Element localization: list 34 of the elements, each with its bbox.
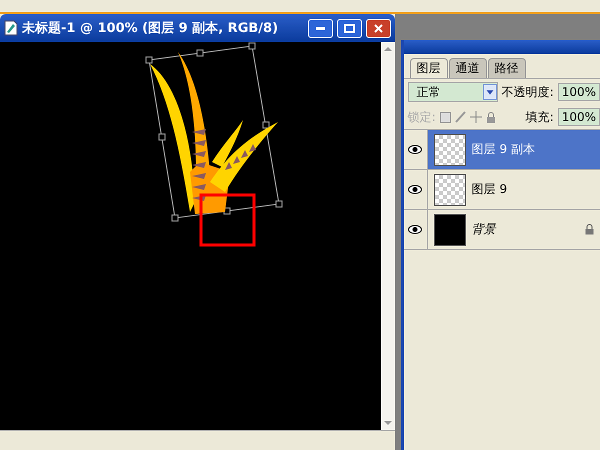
- layer-thumbnail: [434, 214, 466, 246]
- layer-row[interactable]: 图层 9 副本: [404, 129, 600, 169]
- eye-icon[interactable]: [408, 185, 422, 194]
- lock-label: 锁定:: [408, 108, 436, 126]
- fill-field[interactable]: 100%: [558, 108, 600, 126]
- lock-icon[interactable]: [486, 112, 496, 122]
- selection-rectangle: [200, 194, 256, 246]
- blend-mode-dropdown[interactable]: 正常: [408, 82, 498, 102]
- layer-thumbnail: [434, 134, 466, 166]
- close-icon: [374, 24, 383, 32]
- close-button[interactable]: [366, 18, 391, 38]
- layer-name: 图层 9 副本: [472, 141, 536, 158]
- move-icon[interactable]: [470, 111, 482, 123]
- vertical-scrollbar[interactable]: [380, 42, 395, 430]
- opacity-field[interactable]: 100%: [558, 83, 600, 101]
- layer-thumbnail: [434, 174, 466, 206]
- document-icon: [4, 20, 18, 36]
- minimize-button[interactable]: [308, 18, 333, 38]
- panel-tab[interactable]: 图层: [410, 58, 448, 78]
- panel-tab[interactable]: 通道: [448, 58, 487, 78]
- panel-tab[interactable]: 路径: [488, 58, 526, 78]
- eye-icon[interactable]: [408, 145, 422, 154]
- transform-box[interactable]: [146, 42, 282, 222]
- layer-row[interactable]: 背景: [404, 209, 600, 249]
- minimize-icon: [316, 26, 325, 30]
- layer-row[interactable]: 图层 9: [404, 169, 600, 209]
- opacity-label: 不透明度:: [502, 84, 554, 100]
- fill-label: 填充:: [526, 108, 554, 126]
- maximize-button[interactable]: [336, 18, 362, 38]
- window-title: 未标题-1 @ 100% (图层 9 副本, RGB/8): [22, 20, 280, 37]
- layer-name: 背景: [472, 221, 498, 238]
- maximize-icon: [344, 24, 355, 32]
- eye-icon[interactable]: [408, 225, 422, 234]
- layer-name: 图层 9: [472, 181, 508, 198]
